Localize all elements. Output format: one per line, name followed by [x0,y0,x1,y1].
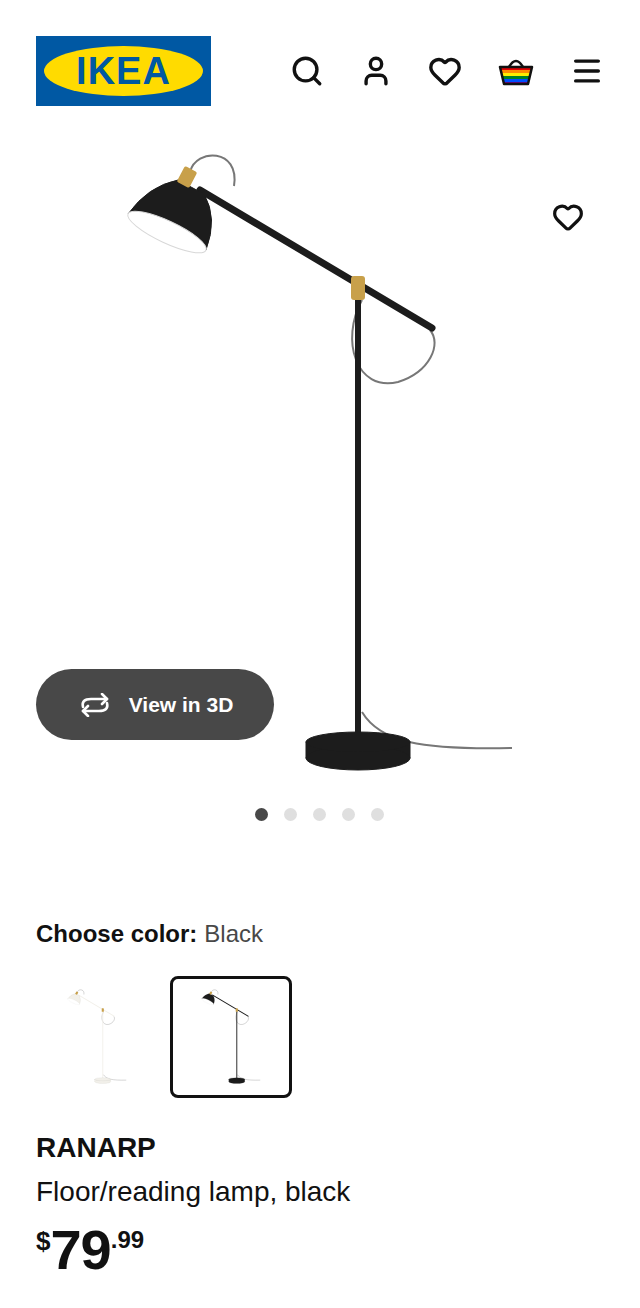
favorites-icon[interactable] [428,54,462,88]
search-icon[interactable] [290,54,324,88]
account-icon[interactable] [359,54,393,88]
product-page: IKEA View in 3D Choose color:Black RANARP Fl… [0,0,640,1308]
carousel-dot[interactable] [313,808,326,821]
carousel-dot[interactable] [371,808,384,821]
header: IKEA [0,0,640,106]
swatch-image [65,989,129,1085]
carousel-dot[interactable] [284,808,297,821]
color-swatch[interactable] [36,976,158,1098]
save-heart-icon[interactable] [552,201,584,233]
rotate-icon [77,693,113,717]
header-icons [290,54,604,88]
product-price: $79.99 [0,1220,640,1280]
carousel-dots [0,808,640,821]
product-description: Floor/reading lamp, black [0,1174,640,1210]
carousel-dot[interactable] [342,808,355,821]
view-3d-button[interactable]: View in 3D [36,669,274,740]
carousel-dot[interactable] [255,808,268,821]
color-swatch[interactable] [170,976,292,1098]
ikea-logo[interactable]: IKEA [36,36,211,106]
shopping-bag-icon[interactable] [497,55,535,87]
swatch-image [199,989,263,1085]
color-label: Choose color:Black [0,918,640,950]
color-swatches [0,976,640,1098]
product-name: RANARP [0,1131,640,1165]
product-gallery[interactable]: View in 3D [0,106,640,786]
menu-icon[interactable] [570,54,604,88]
